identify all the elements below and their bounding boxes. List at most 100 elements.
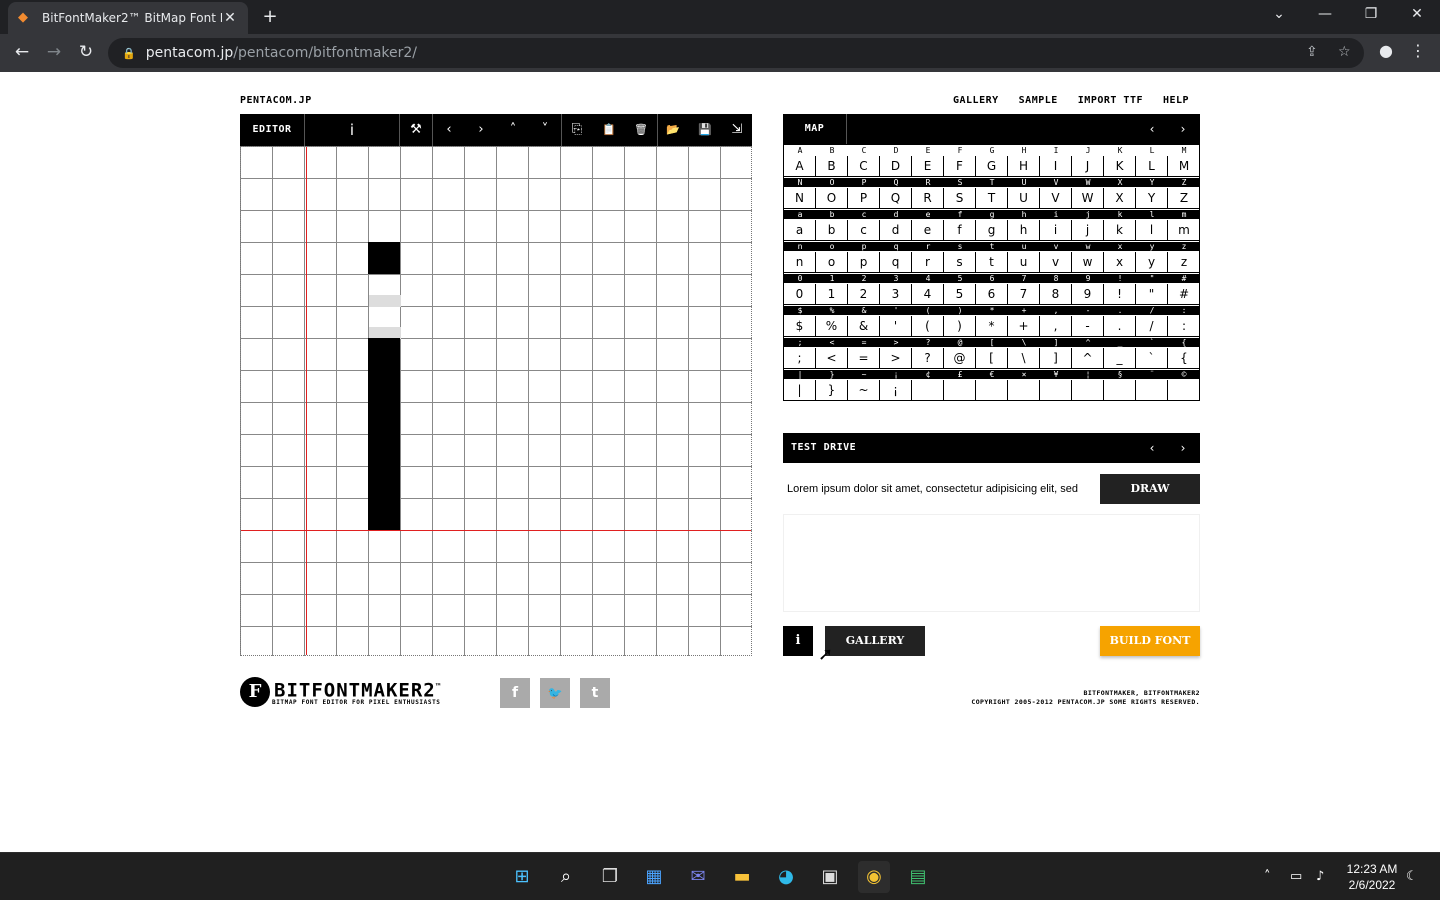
copy-icon[interactable]: ⎘ [561,114,593,146]
filled-pixel[interactable] [368,338,400,370]
map-glyph-cell[interactable]: + [1008,316,1040,336]
chrome-icon[interactable]: ◉ [858,861,890,893]
paste-icon[interactable]: 📋 [593,114,625,146]
map-glyph-cell[interactable]: , [1040,316,1072,336]
map-glyph-cell[interactable]: F [944,156,976,176]
map-glyph-cell[interactable]: " [1136,284,1168,304]
map-glyph-cell[interactable]: o [816,252,848,272]
nav-sample[interactable]: SAMPLE [1019,95,1058,106]
tab-close-icon[interactable]: ✕ [222,10,238,26]
map-glyph-cell[interactable]: B [816,156,848,176]
search-icon[interactable]: ⌕ [550,861,582,893]
map-glyph-cell[interactable]: * [976,316,1008,336]
task-view-icon[interactable]: ❐ [594,861,626,893]
map-glyph-cell[interactable]: I [1040,156,1072,176]
map-glyph-cell[interactable]: G [976,156,1008,176]
map-glyph-cell[interactable]: > [880,348,912,368]
map-glyph-cell[interactable]: g [976,220,1008,240]
map-glyph-cell[interactable]: e [912,220,944,240]
map-glyph-cell[interactable]: w [1072,252,1104,272]
map-glyph-cell[interactable]: b [816,220,848,240]
map-glyph-cell[interactable]: n [784,252,816,272]
map-glyph-cell[interactable]: p [848,252,880,272]
map-glyph-cell[interactable]: ) [944,316,976,336]
map-glyph-cell[interactable]: W [1072,188,1104,208]
pixel-grid[interactable] [240,146,752,656]
map-glyph-cell[interactable]: ^ [1072,348,1104,368]
map-glyph-cell[interactable]: D [880,156,912,176]
info-button[interactable]: i [783,626,813,656]
map-glyph-cell[interactable]: 0 [784,284,816,304]
map-prev-icon[interactable]: ‹ [1138,114,1166,144]
profile-icon[interactable]: ● [1374,41,1398,65]
map-glyph-cell[interactable]: \ [1008,348,1040,368]
reload-icon[interactable]: ↻ [74,42,98,62]
test-drive-prev-icon[interactable]: ‹ [1138,433,1166,463]
map-glyph-cell[interactable]: J [1072,156,1104,176]
bookmark-star-icon[interactable]: ☆ [1338,44,1351,60]
filled-pixel[interactable] [368,402,400,434]
map-glyph-cell[interactable]: u [1008,252,1040,272]
map-glyph-cell[interactable]: : [1168,316,1200,336]
map-glyph-cell[interactable]: @ [944,348,976,368]
map-glyph-cell[interactable]: ~ [848,380,880,400]
save-icon[interactable]: 💾 [689,114,721,146]
share-icon[interactable]: ⇪ [1306,44,1318,60]
map-glyph-cell[interactable]: / [1136,316,1168,336]
filled-pixel[interactable] [368,434,400,466]
new-tab-button[interactable]: + [259,6,281,27]
map-glyph-cell[interactable]: 9 [1072,284,1104,304]
nav-import-ttf[interactable]: IMPORT TTF [1078,95,1143,106]
map-glyph-cell[interactable]: z [1168,252,1200,272]
map-glyph-cell[interactable]: M [1168,156,1200,176]
map-glyph-cell[interactable]: ( [912,316,944,336]
edge-browser-icon[interactable]: ◕ [770,861,802,893]
map-glyph-cell[interactable]: ¡ [880,380,912,400]
shift-right-icon[interactable]: › [465,114,497,146]
filled-pixel[interactable] [368,466,400,498]
map-glyph-cell[interactable]: d [880,220,912,240]
map-glyph-cell[interactable]: U [1008,188,1040,208]
map-glyph-cell[interactable]: ' [880,316,912,336]
map-glyph-cell[interactable]: H [1008,156,1040,176]
map-glyph-cell[interactable]: V [1040,188,1072,208]
magic-wand-icon[interactable]: ⚒ [400,114,432,146]
notification-icon[interactable]: ☾ [1406,869,1418,884]
map-glyph-cell[interactable]: & [848,316,880,336]
map-glyph-cell[interactable]: a [784,220,816,240]
map-glyph-cell[interactable]: $ [784,316,816,336]
map-glyph-cell[interactable] [1168,380,1200,400]
map-glyph-cell[interactable]: ? [912,348,944,368]
map-glyph-cell[interactable] [976,380,1008,400]
map-glyph-cell[interactable] [1040,380,1072,400]
store-icon[interactable]: ▣ [814,861,846,893]
map-glyph-cell[interactable] [1008,380,1040,400]
delete-icon[interactable]: 🗑 [625,114,657,146]
map-glyph-cell[interactable] [944,380,976,400]
map-glyph-cell[interactable]: P [848,188,880,208]
map-glyph-cell[interactable] [912,380,944,400]
shift-down-icon[interactable]: ˅ [529,114,561,146]
menu-kebab-icon[interactable]: ⋮ [1408,41,1428,60]
map-glyph-cell[interactable]: f [944,220,976,240]
filled-pixel[interactable] [368,242,400,274]
system-clock[interactable]: 12:23 AM 2/6/2022 [1338,861,1406,893]
map-glyph-cell[interactable]: j [1072,220,1104,240]
app-icon[interactable]: ▤ [902,861,934,893]
tray-chevron-icon[interactable]: ˄ [1264,869,1271,884]
map-glyph-cell[interactable]: # [1168,284,1200,304]
filled-pixel[interactable] [368,370,400,402]
map-glyph-cell[interactable]: 6 [976,284,1008,304]
map-glyph-cell[interactable] [1104,380,1136,400]
facebook-icon[interactable]: f [500,678,530,708]
map-glyph-cell[interactable]: _ [1104,348,1136,368]
map-glyph-cell[interactable]: = [848,348,880,368]
filled-pixel[interactable] [368,498,400,530]
file-explorer-icon[interactable]: ▬ [726,861,758,893]
draw-button[interactable]: DRAW [1100,474,1200,504]
map-glyph-cell[interactable]: s [944,252,976,272]
map-glyph-cell[interactable]: v [1040,252,1072,272]
map-glyph-cell[interactable]: 8 [1040,284,1072,304]
map-glyph-cell[interactable]: X [1104,188,1136,208]
test-drive-next-icon[interactable]: › [1169,433,1197,463]
